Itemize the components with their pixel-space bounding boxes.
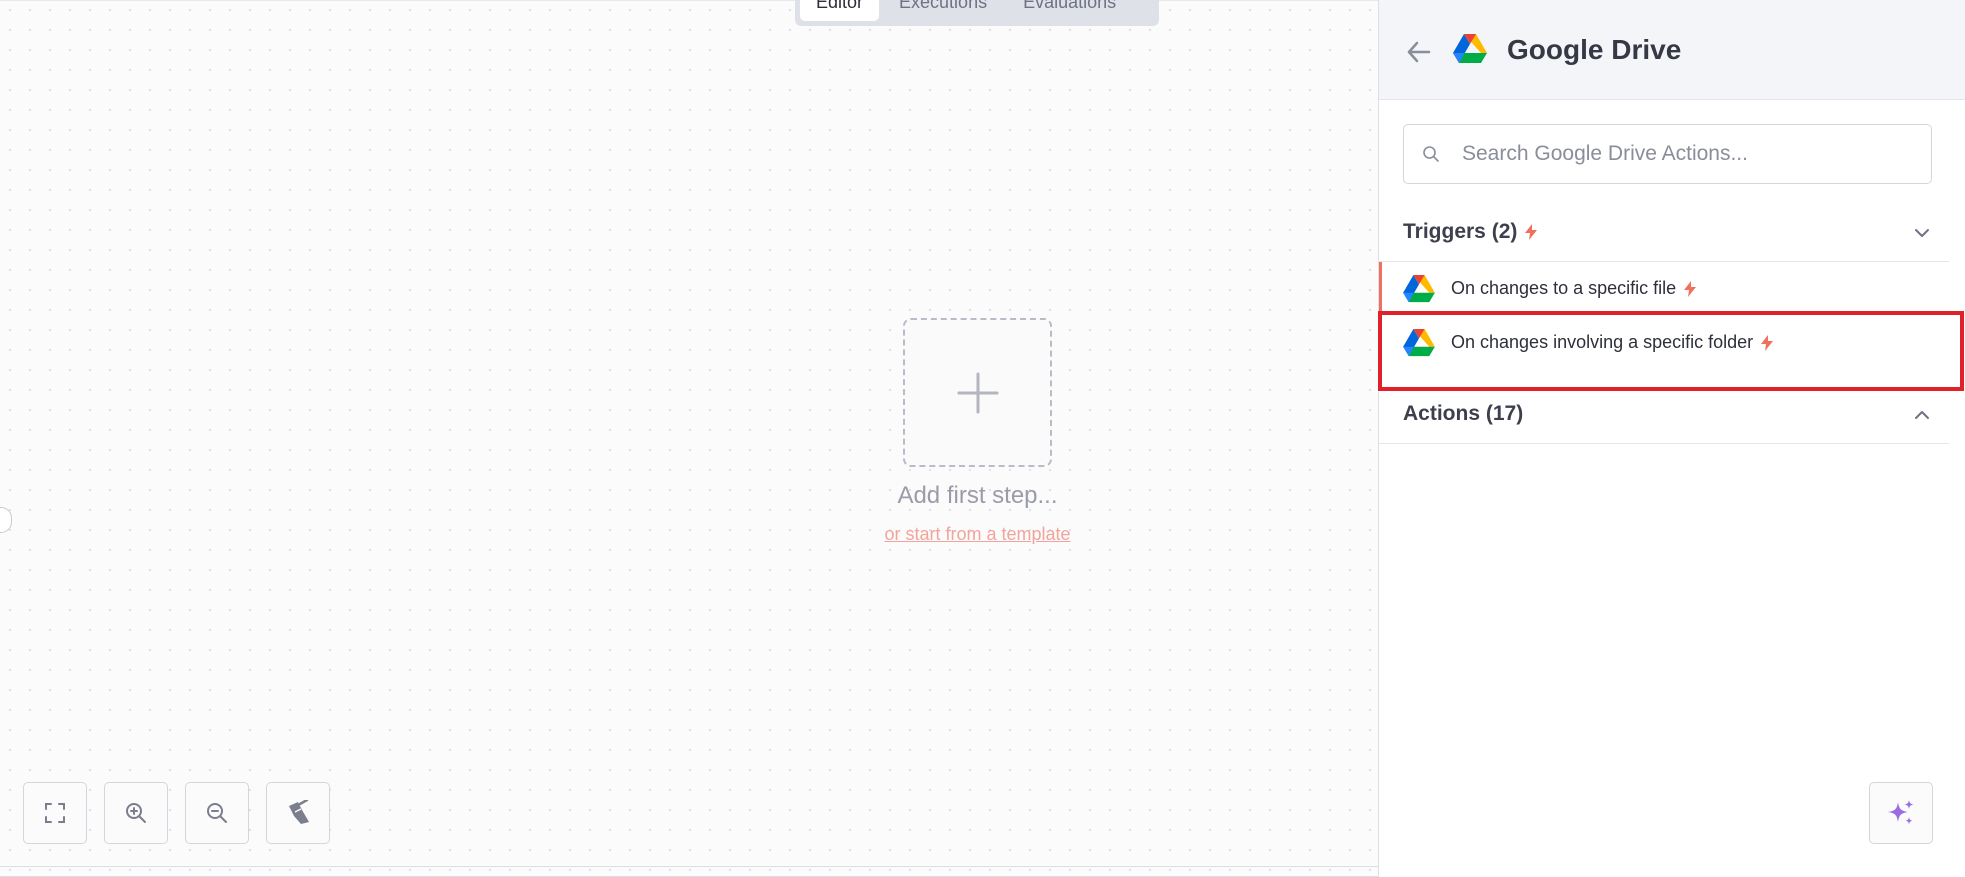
tab-executions[interactable]: Executions bbox=[883, 0, 1003, 21]
canvas-left-handle[interactable] bbox=[0, 507, 12, 533]
start-from-template-link[interactable]: or start from a template bbox=[860, 524, 1095, 545]
zoom-out-button[interactable] bbox=[185, 782, 249, 844]
tab-evaluations[interactable]: Evaluations bbox=[1007, 0, 1132, 21]
canvas-top-border bbox=[0, 0, 1378, 1]
actions-section-header[interactable]: Actions (17) bbox=[1379, 386, 1949, 444]
workflow-canvas[interactable]: Editor Executions Evaluations Add first … bbox=[0, 0, 1378, 877]
sparkles-icon bbox=[1888, 800, 1914, 825]
node-creator-panel: Google Drive Triggers (2) On changes to … bbox=[1378, 0, 1965, 877]
trigger-item[interactable]: On changes involving a specific folder bbox=[1379, 316, 1949, 370]
trigger-item-label: On changes to a specific file bbox=[1451, 278, 1677, 298]
panel-header: Google Drive bbox=[1379, 0, 1965, 100]
bolt-icon bbox=[1684, 281, 1697, 298]
broom-icon bbox=[289, 800, 309, 824]
arrow-left-icon bbox=[1407, 41, 1431, 63]
tidy-up-button[interactable] bbox=[266, 782, 330, 844]
bolt-icon bbox=[1761, 335, 1774, 352]
triggers-section-header[interactable]: Triggers (2) bbox=[1379, 204, 1949, 262]
back-button[interactable] bbox=[1405, 38, 1435, 68]
zoom-out-icon bbox=[207, 803, 227, 823]
search-input[interactable] bbox=[1460, 125, 1920, 183]
canvas-bottom-border bbox=[0, 866, 1378, 867]
triggers-section-title: Triggers (2) bbox=[1403, 220, 1518, 243]
google-drive-icon bbox=[1403, 275, 1435, 308]
chevron-up-icon bbox=[1915, 411, 1929, 419]
trigger-item-label: On changes involving a specific folder bbox=[1451, 332, 1754, 352]
add-first-step-label: Add first step... bbox=[897, 482, 1058, 509]
search-icon bbox=[1423, 146, 1439, 162]
google-drive-icon bbox=[1453, 34, 1487, 69]
search-box bbox=[1403, 124, 1932, 184]
chevron-down-icon bbox=[1915, 229, 1929, 237]
bolt-icon bbox=[1525, 224, 1538, 241]
add-first-step-button[interactable] bbox=[903, 318, 1052, 467]
panel-title: Google Drive bbox=[1507, 34, 1682, 65]
ai-assistant-button[interactable] bbox=[1869, 782, 1933, 844]
view-tabs: Editor Executions Evaluations bbox=[795, 0, 1159, 26]
actions-section-title: Actions (17) bbox=[1403, 402, 1524, 425]
fit-view-icon bbox=[45, 803, 65, 823]
trigger-item[interactable]: On changes to a specific file bbox=[1379, 262, 1949, 316]
fit-view-button[interactable] bbox=[23, 782, 87, 844]
tab-editor[interactable]: Editor bbox=[800, 0, 880, 21]
zoom-in-button[interactable] bbox=[104, 782, 168, 844]
zoom-in-icon bbox=[126, 803, 146, 823]
google-drive-icon bbox=[1403, 329, 1435, 362]
plus-icon bbox=[957, 372, 998, 413]
